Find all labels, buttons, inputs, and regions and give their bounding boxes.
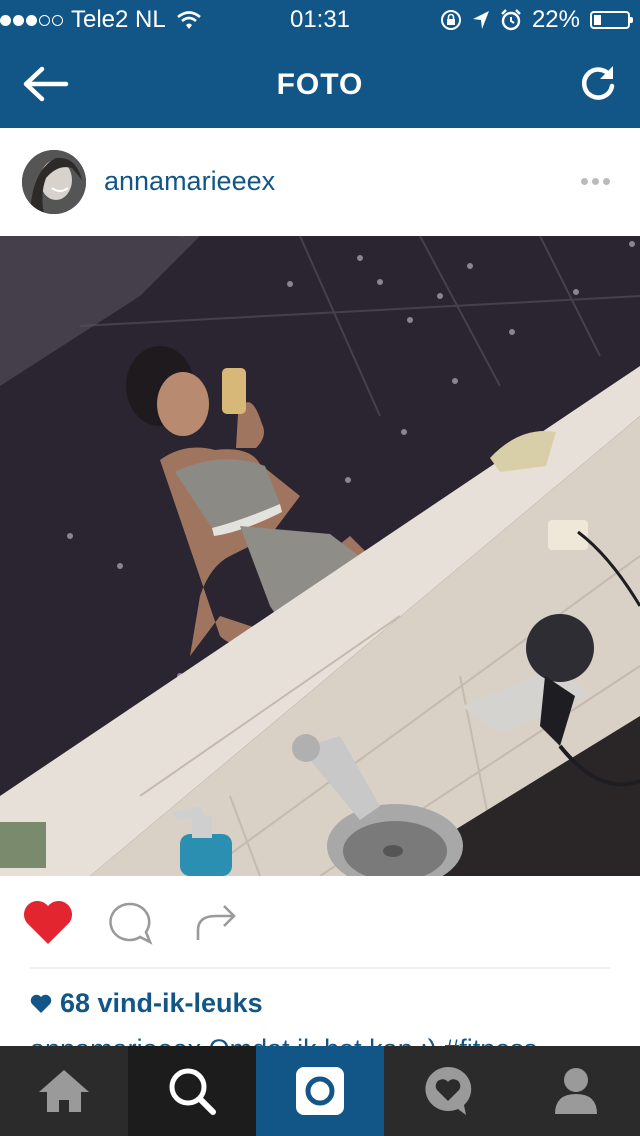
battery-icon	[590, 11, 633, 29]
camera-icon	[296, 1067, 344, 1115]
status-bar: Tele2 NL 01:31 22%	[0, 0, 640, 40]
like-count[interactable]: 68 vind-ik-leuks	[30, 988, 263, 1019]
tab-explore[interactable]	[128, 1046, 256, 1136]
post-header: annamarieeex	[0, 128, 640, 236]
tab-bar	[0, 1046, 640, 1136]
tab-activity[interactable]	[384, 1046, 512, 1136]
avatar[interactable]	[22, 150, 86, 214]
home-icon	[39, 1070, 89, 1112]
more-options-icon[interactable]	[581, 178, 610, 185]
refresh-icon[interactable]	[576, 62, 620, 106]
profile-icon	[555, 1068, 597, 1114]
heart-icon[interactable]	[22, 900, 74, 946]
share-icon[interactable]	[194, 900, 240, 946]
orientation-lock-icon	[440, 10, 461, 30]
small-heart-icon	[30, 994, 52, 1013]
location-icon	[472, 11, 489, 29]
alarm-icon	[501, 9, 521, 31]
page-title: FOTO	[276, 68, 364, 101]
battery-percentage: 22%	[531, 6, 580, 33]
post-photo[interactable]	[0, 236, 640, 876]
status-right: 22%	[440, 6, 633, 34]
post-actions	[0, 876, 640, 968]
divider	[30, 967, 610, 969]
search-icon	[169, 1068, 216, 1115]
comment-icon[interactable]	[106, 900, 154, 946]
tab-home[interactable]	[0, 1046, 128, 1136]
navigation-bar: FOTO	[0, 40, 640, 128]
tab-camera[interactable]	[256, 1046, 384, 1136]
like-count-label: 68 vind-ik-leuks	[60, 988, 263, 1018]
tab-profile[interactable]	[512, 1046, 640, 1136]
post-username[interactable]: annamarieeex	[104, 166, 275, 197]
heart-bubble-icon	[425, 1066, 472, 1115]
